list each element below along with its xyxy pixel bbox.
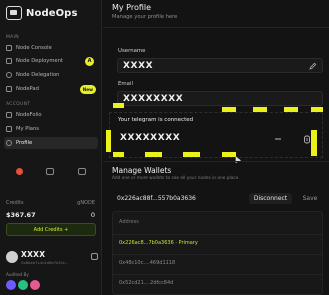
- audited-by-label: Audited By: [6, 272, 29, 277]
- wallet-address: 0x226ac88f...557b0a3636: [117, 195, 196, 202]
- deploy-icon: [6, 58, 12, 64]
- status-badge: A: [85, 56, 94, 66]
- nodeops-logo-icon: [6, 6, 22, 20]
- table-row[interactable]: 0x48c10c....469d1118: [113, 254, 322, 271]
- divider: [103, 27, 329, 28]
- auditor-logo: [18, 280, 28, 290]
- sidebar-item-label: Node Delegation: [16, 72, 60, 78]
- console-icon: [6, 45, 12, 51]
- sidebar-item-node-deployment[interactable]: Node Deployment A: [4, 55, 98, 67]
- unlink-icon[interactable]: [303, 135, 311, 144]
- sidebar: NodeOps MAIN Node Console Node Deploymen…: [0, 0, 102, 295]
- sidebar-item-profile[interactable]: Profile: [4, 137, 98, 149]
- sidebar-item-nodefolio[interactable]: NodeFolio: [4, 109, 98, 121]
- sidebar-toolbar: [0, 168, 102, 175]
- nodepad-icon: [6, 86, 12, 92]
- logout-icon[interactable]: [91, 253, 98, 260]
- user-wallet: 0x8bee7c4c4d6e7bf1e...: [21, 260, 69, 265]
- sidebar-item-node-console[interactable]: Node Console: [4, 42, 98, 54]
- highlight-dash: [113, 152, 124, 157]
- wallets-subtitle: Add one or more wallets to see all your …: [112, 176, 240, 181]
- gnode-value: 0: [90, 211, 95, 219]
- email-value: XXXXXXXX: [123, 94, 184, 104]
- email-field[interactable]: XXXXXXXX: [117, 91, 323, 106]
- highlight-dash: [183, 152, 200, 157]
- highlight-dash: [284, 107, 298, 112]
- highlight-dash: [311, 130, 317, 156]
- user-name: XXXX: [21, 250, 46, 259]
- user-icon: [6, 140, 12, 146]
- wallets-table: Address 0x226ac8...7b0a3636 · Primary 0x…: [112, 211, 323, 295]
- highlight-dash: [222, 152, 236, 157]
- telegram-handle: XXXXXXXX: [120, 133, 181, 143]
- delegation-icon: [6, 72, 12, 78]
- avatar: [6, 251, 18, 263]
- plans-icon: [6, 126, 12, 132]
- highlight-dash: [253, 107, 267, 112]
- page-subtitle: Manage your profile here: [112, 14, 178, 20]
- section-label-main: MAIN: [6, 35, 19, 40]
- username-label: Username: [118, 48, 146, 54]
- folio-icon: [6, 112, 12, 118]
- sidebar-item-my-plans[interactable]: My Plans: [4, 123, 98, 135]
- wallets-title: Manage Wallets: [112, 166, 172, 175]
- highlight-dash: [106, 130, 111, 152]
- main-content: My Profile Manage your profile here User…: [103, 0, 329, 295]
- table-header-address: Address: [119, 219, 139, 225]
- sidebar-item-label: NodeFolio: [16, 112, 42, 118]
- credits-label: Credits: [6, 200, 24, 206]
- auditor-logo: [30, 280, 40, 290]
- disconnect-button[interactable]: Disconnect: [249, 193, 292, 204]
- brand-name: NodeOps: [26, 7, 78, 19]
- edit-icon[interactable]: [309, 62, 317, 70]
- table-row[interactable]: 0x52cd21....2dfcc84d: [113, 274, 322, 291]
- mail-icon[interactable]: [46, 168, 55, 175]
- wallet-row-address: 0x226ac8...7b0a3636 · Primary: [119, 240, 198, 246]
- page-title: My Profile: [112, 3, 152, 12]
- sidebar-item-label: My Plans: [16, 126, 39, 132]
- divider: [103, 161, 329, 162]
- sidebar-item-label: Node Console: [16, 45, 52, 51]
- highlight-dash: [222, 107, 236, 112]
- sidebar-item-node-delegation[interactable]: Node Delegation: [4, 69, 98, 81]
- sidebar-item-label: NodePad: [16, 86, 39, 92]
- sidebar-item-label: Node Deployment: [16, 58, 63, 64]
- username-value: XXXX: [123, 61, 154, 71]
- gnode-label: gNODE: [77, 200, 95, 206]
- section-label-account: ACCOUNT: [6, 102, 31, 107]
- chat-icon[interactable]: [78, 168, 87, 175]
- audit-logos: [6, 280, 40, 290]
- add-credits-button[interactable]: Add Credits +: [6, 223, 96, 236]
- table-row[interactable]: 0x226ac8...7b0a3636 · Primary: [113, 234, 322, 251]
- email-label: Email: [118, 81, 133, 87]
- highlight-dash: [311, 107, 323, 112]
- auditor-logo: [6, 280, 16, 290]
- highlight-dash: [113, 103, 124, 108]
- alert-icon[interactable]: [15, 168, 23, 175]
- sidebar-item-label: Profile: [16, 140, 33, 146]
- telegram-status: Your telegram is connected: [118, 117, 194, 123]
- brand-logo[interactable]: NodeOps: [6, 6, 78, 20]
- sidebar-item-nodepad[interactable]: NodePad New: [4, 83, 98, 95]
- minus-icon: [275, 138, 281, 140]
- wallet-row-address: 0x48c10c....469d1118: [119, 260, 176, 266]
- highlight-dash: [145, 152, 162, 157]
- credits-value: $367.67: [6, 211, 36, 219]
- username-field[interactable]: XXXX: [117, 58, 323, 73]
- wallet-row-address: 0x52cd21....2dfcc84d: [119, 280, 174, 286]
- new-badge: New: [79, 84, 96, 94]
- user-card[interactable]: XXXX 0x8bee7c4c4d6e7bf1e...: [6, 249, 98, 267]
- save-button[interactable]: Save: [300, 193, 320, 204]
